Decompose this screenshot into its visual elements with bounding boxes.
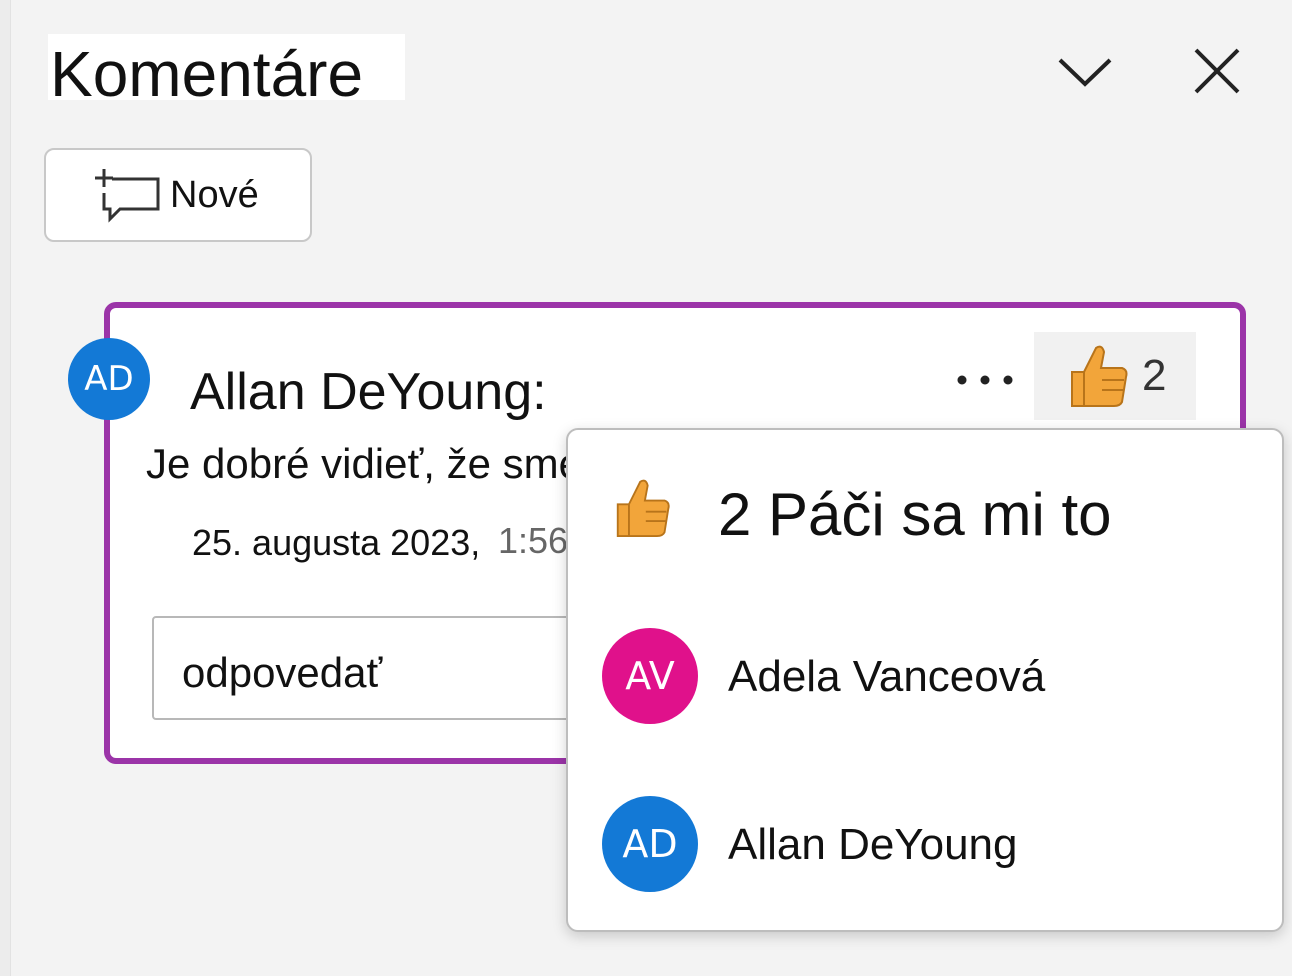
pane-edge [0,0,11,976]
new-comment-label: Nové [170,173,259,216]
avatar: AD [602,796,698,892]
thumbs-up-icon [1071,345,1128,407]
more-options-button[interactable] [950,360,1020,400]
comment-time: 1:56 [498,520,569,561]
new-comment-icon [95,169,160,223]
more-options-icon [957,375,1013,385]
close-icon [1194,48,1240,94]
likes-popup-title: 2 Páči sa mi to [718,481,1112,548]
reply-input[interactable]: odpovedať [152,616,592,720]
avatar: AV [602,628,698,724]
comment-text: Je dobré vidieť, že sme [146,440,582,488]
comment-author: Allan DeYoung: [190,362,567,422]
avatar-initials: AD [84,359,134,399]
comment-date: 25. augusta 2023, [192,522,481,564]
collapse-button[interactable] [1050,36,1120,106]
like-count: 2 [1142,351,1167,400]
new-comment-button[interactable]: Nové [44,148,312,242]
avatar-initials: AV [625,654,675,698]
avatar: AD [68,338,150,420]
chevron-down-icon [1058,58,1112,87]
close-button[interactable] [1182,36,1252,106]
liker-name: Adela Vanceová [728,652,1052,702]
like-button[interactable]: 2 [1034,332,1196,420]
avatar-initials: AD [622,822,678,866]
thumbs-up-icon [616,479,670,537]
liker-name: Allan DeYoung [728,820,1024,870]
panel-title: Komentáre [48,34,406,100]
